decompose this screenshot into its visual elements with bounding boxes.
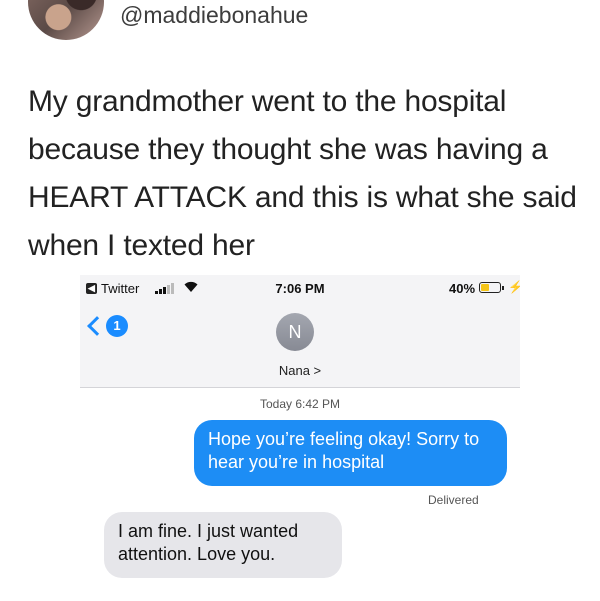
thread-timestamp: Today 6:42 PM bbox=[259, 397, 341, 411]
back-button[interactable]: 1 bbox=[87, 315, 134, 339]
battery-percent: 40% bbox=[449, 281, 476, 296]
battery-fill bbox=[481, 284, 489, 291]
outgoing-message[interactable]: Hope you’re feeling okay! Sorry to hear … bbox=[194, 420, 507, 486]
incoming-message[interactable]: I am fine. I just wanted attention. Love… bbox=[104, 512, 342, 578]
tweet-screenshot: @maddiebonahue My grandmother went to th… bbox=[0, 0, 600, 601]
contact-name[interactable]: Nana > bbox=[80, 363, 520, 378]
tweet-text: My grandmother went to the hospital beca… bbox=[28, 85, 577, 262]
battery-icon bbox=[479, 282, 504, 293]
contact-avatar[interactable]: N bbox=[276, 313, 314, 351]
tweet-header: @maddiebonahue bbox=[0, 0, 600, 46]
messages-header: ◀ Twitter 7:06 PM 40% ⚡ 1 N Nana > bbox=[80, 275, 520, 388]
messages-screenshot: ◀ Twitter 7:06 PM 40% ⚡ 1 N Nana > Today… bbox=[80, 275, 520, 595]
chevron-left-icon bbox=[87, 316, 107, 336]
status-bar: ◀ Twitter 7:06 PM 40% ⚡ bbox=[80, 275, 520, 301]
avatar[interactable] bbox=[28, 0, 104, 40]
unread-count-badge: 1 bbox=[106, 315, 128, 337]
charging-icon: ⚡ bbox=[508, 280, 520, 294]
user-handle[interactable]: @maddiebonahue bbox=[120, 2, 308, 29]
delivery-status: Delivered bbox=[428, 493, 479, 507]
